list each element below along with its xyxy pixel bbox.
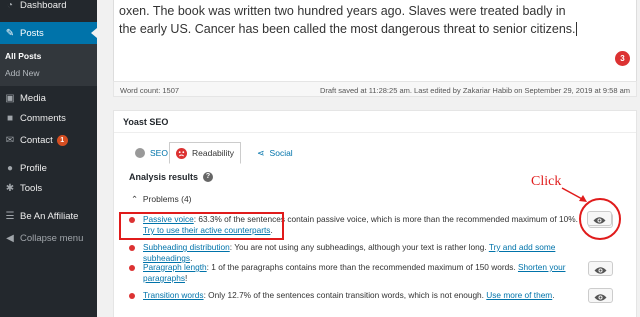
problem-bullet-icon	[129, 293, 135, 299]
tab-readability-label: Readability	[192, 148, 235, 158]
analysis-results-heading: Analysis results ?	[129, 172, 214, 182]
menu-contact-label: Contact	[20, 134, 53, 146]
tab-seo-label: SEO	[150, 148, 168, 158]
menu-profile[interactable]: ● Profile	[0, 157, 97, 179]
result-end: .	[552, 290, 555, 300]
transition-words-link[interactable]: Transition words	[143, 290, 204, 300]
media-icon: ▣	[5, 92, 15, 104]
user-icon: ●	[6, 162, 14, 174]
subheading-link[interactable]: Subheading distribution	[143, 242, 230, 252]
chevron-up-icon: ⌃	[131, 194, 139, 204]
dashboard-icon: ◔	[6, 0, 14, 11]
tab-social[interactable]: ⋖ Social	[250, 142, 300, 164]
problems-toggle[interactable]: ⌃ Problems (4)	[131, 194, 192, 205]
admin-sidebar: ◔ Dashboard ✎ Posts All Posts Add New ▣ …	[0, 0, 97, 317]
draft-status: Draft saved at 11:28:25 am. Last edited …	[319, 86, 630, 95]
analysis-label: Analysis results	[129, 172, 199, 182]
tab-readability[interactable]: Readability	[169, 142, 242, 164]
pushpin-icon: ✎	[5, 27, 15, 39]
highlight-eye-button[interactable]	[588, 261, 613, 276]
menu-tools-label: Tools	[20, 182, 43, 194]
menu-comments[interactable]: ■ Comments	[0, 107, 97, 129]
submenu-all-posts[interactable]: All Posts	[5, 51, 41, 61]
wrench-icon: ✱	[5, 182, 15, 194]
share-icon: ⋖	[257, 147, 265, 158]
problem-bullet-icon	[129, 245, 135, 251]
menu-media[interactable]: ▣ Media	[0, 87, 97, 109]
yoast-title: Yoast SEO	[123, 117, 169, 127]
posts-submenu: All Posts Add New	[0, 44, 97, 86]
transition-words-fix-link[interactable]: Use more of them	[486, 290, 552, 300]
list-icon: ☰	[5, 210, 15, 222]
tab-social-label: Social	[269, 148, 293, 158]
menu-media-label: Media	[20, 92, 46, 104]
menu-posts[interactable]: ✎ Posts	[0, 22, 97, 44]
result-subheading-distribution: Subheading distribution: You are not usi…	[129, 242, 584, 263]
result-paragraph-length: Paragraph length: 1 of the paragraphs co…	[129, 262, 584, 286]
problems-label: Problems (4)	[142, 194, 192, 204]
text-caret	[575, 22, 577, 36]
menu-tools[interactable]: ✱ Tools	[0, 177, 97, 199]
annotation-arrow	[561, 187, 587, 202]
eye-icon	[594, 294, 607, 301]
menu-dashboard-label: Dashboard	[20, 0, 67, 11]
seo-score-icon	[135, 148, 145, 158]
paragraph-length-link[interactable]: Paragraph length	[143, 262, 207, 272]
eye-icon	[594, 267, 607, 274]
submenu-add-new[interactable]: Add New	[5, 68, 40, 78]
problem-bullet-icon	[129, 265, 135, 271]
result-text: : 1 of the paragraphs contains more than…	[206, 262, 518, 272]
editor-content[interactable]: oxen. The book was written two hundred y…	[119, 2, 584, 38]
grammar-error-count[interactable]: 3	[615, 51, 630, 66]
menu-affiliate-label: Be An Affiliate	[20, 210, 79, 222]
word-count: Word count: 1507	[120, 86, 180, 95]
collapse-arrow-icon: ◀	[6, 232, 14, 244]
collapse-menu-button[interactable]: ◀ Collapse menu	[0, 227, 97, 249]
menu-contact[interactable]: ✉ Contact 1	[0, 129, 97, 151]
menu-posts-label: Posts	[20, 27, 44, 39]
result-text: : You are not using any subheadings, alt…	[229, 242, 489, 252]
help-icon[interactable]: ?	[203, 172, 214, 182]
tab-seo[interactable]: SEO	[128, 142, 175, 164]
annotation-click-label: Click	[531, 174, 562, 189]
result-transition-words: Transition words: Only 12.7% of the sent…	[129, 290, 584, 302]
contact-count-badge: 1	[56, 134, 68, 146]
annotation-highlight-box	[119, 212, 284, 240]
editor-paragraph: oxen. The book was written two hundred y…	[119, 4, 576, 36]
menu-dashboard[interactable]: ◔ Dashboard	[0, 0, 97, 16]
comment-icon: ■	[6, 112, 14, 124]
active-arrow	[91, 28, 97, 38]
menu-be-affiliate[interactable]: ☰ Be An Affiliate	[0, 205, 97, 227]
menu-comments-label: Comments	[20, 112, 66, 124]
envelope-icon: ✉	[5, 134, 15, 146]
menu-profile-label: Profile	[20, 162, 47, 174]
result-end: !	[184, 273, 188, 283]
collapse-menu-label: Collapse menu	[20, 232, 84, 244]
result-text: : Only 12.7% of the sentences contain tr…	[203, 290, 487, 300]
highlight-eye-button[interactable]	[588, 288, 613, 303]
yoast-header[interactable]: Yoast SEO	[114, 111, 636, 133]
sad-face-icon	[176, 147, 187, 159]
editor-statusbar: Word count: 1507 Draft saved at 11:28:25…	[113, 81, 637, 97]
